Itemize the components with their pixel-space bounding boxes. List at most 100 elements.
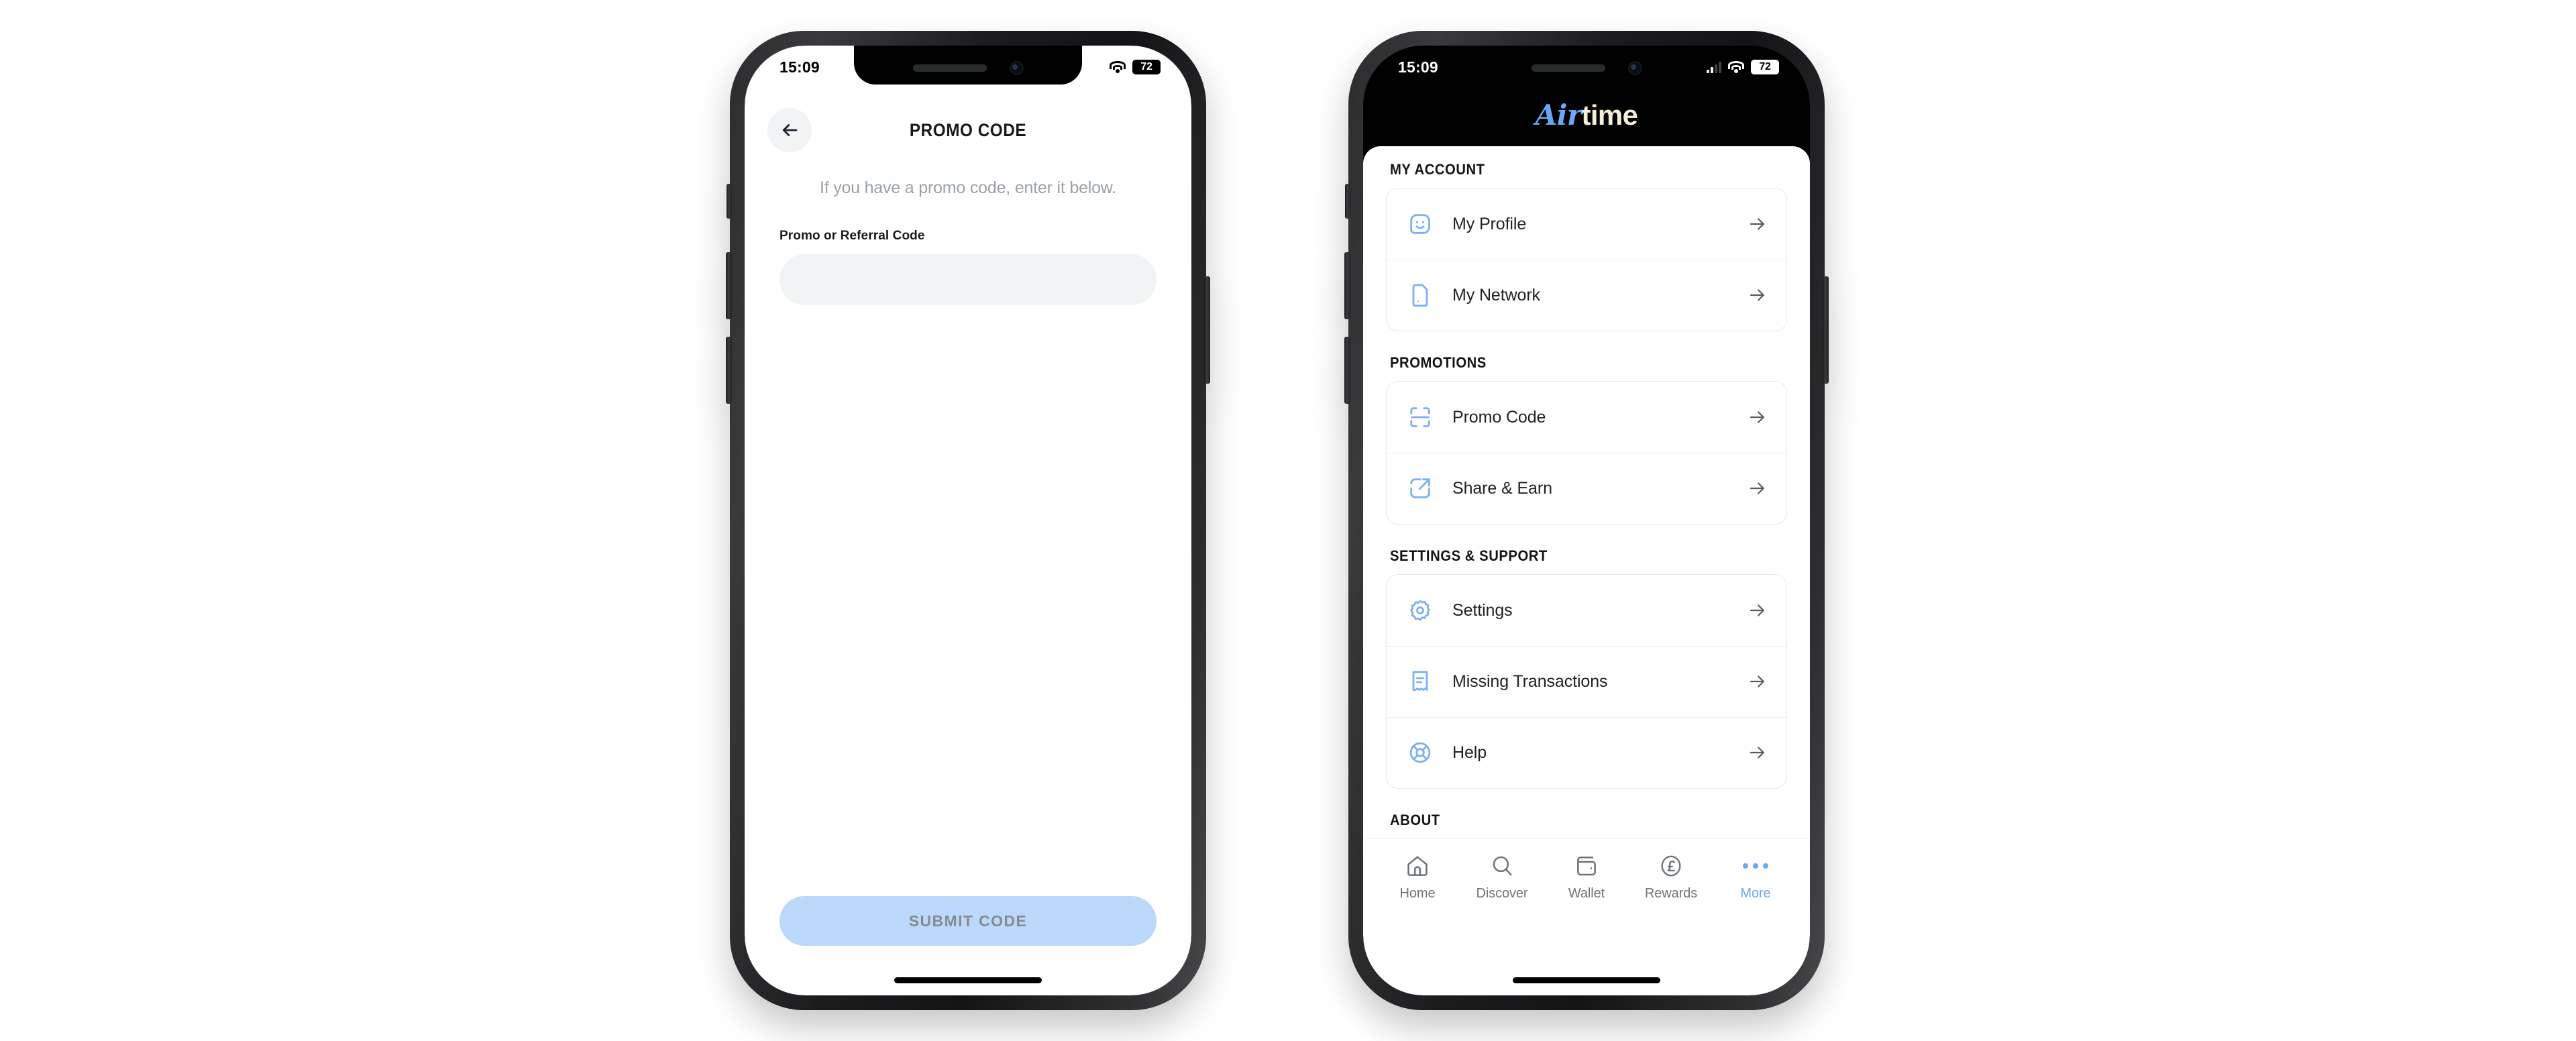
menu-item-label: My Profile [1452,214,1527,233]
section-card-promotions: Promo Code Share & Earn [1386,381,1787,525]
gear-icon [1405,596,1435,625]
wifi-icon [1728,61,1744,73]
arrow-right-icon [1746,214,1769,234]
logo-air-text: Air [1535,99,1582,131]
arrow-right-icon [1746,285,1769,305]
front-camera [1627,60,1642,75]
notch [1472,46,1701,85]
tab-label: Home [1399,886,1436,901]
home-indicator[interactable] [894,977,1042,983]
mute-switch[interactable] [1345,184,1350,219]
external-link-icon [1405,474,1435,503]
menu-item-label: Share & Earn [1452,478,1552,498]
tab-label: Discover [1476,886,1528,901]
sim-card-icon [1405,280,1435,310]
promo-code-screen: 15:09 72 PROMO CODE If you have a promo … [745,46,1191,995]
arrow-right-icon [1746,478,1769,498]
more-menu-screen: 15:09 72 Airtime MY ACCOUNT My Profile M… [1363,46,1810,995]
arrow-right-icon [1746,600,1769,620]
promo-subtitle: If you have a promo code, enter it below… [819,178,1117,197]
tab-home[interactable]: Home [1375,853,1460,901]
menu-item-settings[interactable]: Settings [1387,575,1786,646]
menu-item-label: Missing Transactions [1452,671,1608,691]
status-time: 15:09 [1398,58,1438,76]
menu-item-my-network[interactable]: My Network [1387,260,1786,331]
promo-code-input[interactable] [780,254,1157,305]
home-icon [1405,853,1430,879]
volume-down-button[interactable] [1344,337,1350,404]
promo-field-label: Promo or Referral Code [780,229,925,243]
tab-label: Wallet [1568,886,1605,901]
search-icon [1489,853,1515,879]
section-card-my-account: My Profile My Network [1386,188,1787,331]
menu-item-label: Promo Code [1452,407,1546,427]
notch [854,46,1082,85]
menu-item-promo-code[interactable]: Promo Code [1387,382,1786,453]
smiley-face-icon [1405,209,1435,239]
battery-icon: 72 [1751,60,1782,74]
bottom-tab-bar: Home Discover Wallet Rewards More [1363,838,1810,932]
phone-body: 15:09 72 PROMO CODE If you have a promo … [745,46,1191,995]
section-title-about: ABOUT [1390,812,1440,828]
more-menu-content: MY ACCOUNT My Profile My Network PROMOTI… [1363,146,1810,995]
section-title-my-account: MY ACCOUNT [1390,161,1485,178]
tab-discover[interactable]: Discover [1460,853,1544,901]
ellipsis-icon [1743,853,1768,879]
menu-item-my-profile[interactable]: My Profile [1387,188,1786,260]
receipt-icon [1405,667,1435,696]
battery-level: 72 [1759,61,1771,72]
tab-label: Rewards [1644,886,1698,901]
phone-mockup-more-menu: 15:09 72 Airtime MY ACCOUNT My Profile M… [1344,31,1829,1010]
earpiece-speaker [1531,64,1605,72]
phone-mockup-promo-code: 15:09 72 PROMO CODE If you have a promo … [726,31,1210,1010]
tab-rewards[interactable]: Rewards [1629,853,1713,901]
arrow-right-icon [1746,743,1769,763]
battery-icon: 72 [1132,60,1164,74]
wallet-icon [1574,853,1599,879]
submit-code-button[interactable]: SUBMIT CODE [780,896,1157,946]
menu-item-label: Help [1452,743,1487,762]
tab-wallet[interactable]: Wallet [1544,853,1629,901]
menu-item-label: Settings [1452,600,1513,620]
front-camera [1009,60,1024,75]
section-title-settings-support: SETTINGS & SUPPORT [1390,547,1548,564]
arrow-right-icon [1746,407,1769,427]
arrow-right-icon [1746,671,1769,692]
tab-more[interactable]: More [1713,853,1798,901]
menu-item-label: My Network [1452,285,1540,305]
airtime-logo: Airtime [1536,101,1638,129]
back-button[interactable] [767,108,812,152]
power-button[interactable] [1823,276,1829,384]
power-button[interactable] [1204,276,1210,384]
tab-label: More [1740,886,1771,901]
wifi-icon [1110,61,1126,73]
mute-switch[interactable] [727,184,732,219]
status-time: 15:09 [780,58,820,76]
volume-up-button[interactable] [726,252,732,319]
menu-item-share-and-earn[interactable]: Share & Earn [1387,453,1786,524]
promo-field-block: Promo or Referral Code [745,198,1191,305]
logo-time-text: time [1581,99,1638,131]
home-indicator[interactable] [1513,977,1660,983]
status-indicators: 72 [1707,60,1782,74]
phone-body: 15:09 72 Airtime MY ACCOUNT My Profile M… [1363,46,1810,995]
section-title-promotions: PROMOTIONS [1390,354,1487,371]
menu-item-help[interactable]: Help [1387,717,1786,788]
menu-item-missing-transactions[interactable]: Missing Transactions [1387,646,1786,717]
arrow-left-icon [782,124,798,136]
section-card-settings-support: Settings Missing Transactions Help [1386,574,1787,789]
status-indicators: 72 [1110,60,1164,74]
scan-frame-icon [1405,402,1435,432]
app-header: Airtime [1363,85,1810,146]
pound-coin-icon [1658,853,1684,879]
promo-header: PROMO CODE [745,85,1191,158]
page-title: PROMO CODE [909,119,1027,140]
volume-down-button[interactable] [726,337,732,404]
signal-bars-icon [1707,61,1721,73]
earpiece-speaker [912,64,987,72]
life-ring-icon [1405,738,1435,767]
volume-up-button[interactable] [1344,252,1350,319]
screenshot-canvas: 15:09 72 PROMO CODE If you have a promo … [0,0,2576,1041]
battery-level: 72 [1140,61,1152,72]
